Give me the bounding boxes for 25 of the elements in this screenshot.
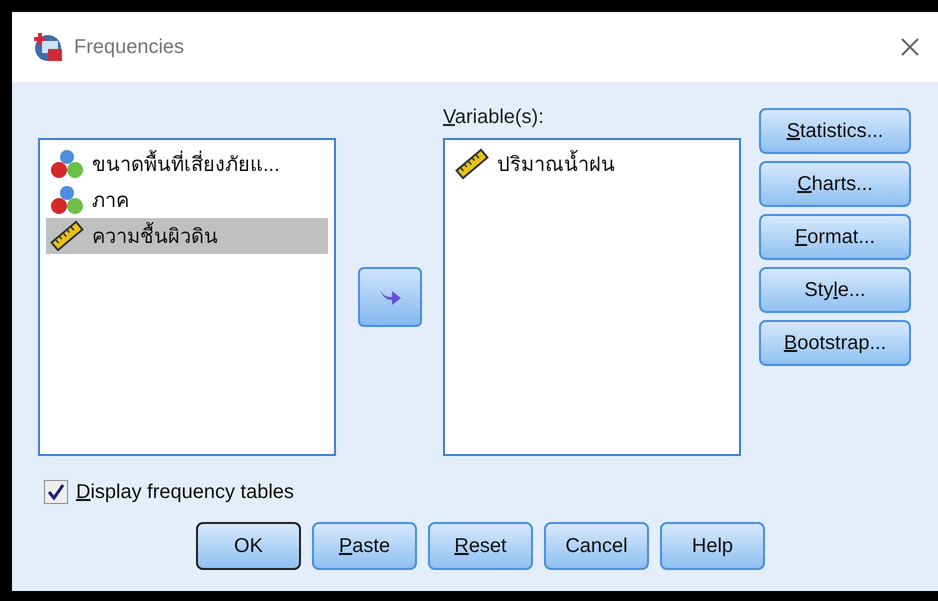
variables-list[interactable]: ปริมาณน้ำฝน [443, 138, 741, 456]
checkbox[interactable] [44, 480, 68, 504]
dialog-button[interactable]: Style... [759, 267, 911, 313]
source-variable-list[interactable]: ขนาดพื้นที่เสี่ยงภัยแ... ภาค ความชื้นผิวดิน [38, 138, 336, 456]
dialog-button[interactable]: Cancel [544, 522, 649, 570]
variable-list-item[interactable]: ขนาดพื้นที่เสี่ยงภัยแ... [46, 146, 328, 182]
dialog-button[interactable]: Charts... [759, 161, 911, 207]
variables-label: Variable(s): [443, 106, 545, 130]
nominal-variable-icon [50, 184, 84, 216]
variable-list-item[interactable]: ปริมาณน้ำฝน [451, 146, 733, 182]
dialog-button[interactable]: Statistics... [759, 108, 911, 154]
window-title: Frequencies [74, 36, 186, 58]
dialog-button[interactable]: Help [660, 522, 765, 570]
nominal-variable-icon [50, 148, 84, 180]
dialog-button[interactable]: Bootstrap... [759, 320, 911, 366]
app-icon [32, 31, 64, 63]
close-icon[interactable] [900, 37, 920, 57]
dialog-button[interactable]: Reset [428, 522, 533, 570]
variable-list-item[interactable]: ความชื้นผิวดิน [46, 218, 328, 254]
dialog-button[interactable]: Paste [312, 522, 417, 570]
variable-list-item[interactable]: ภาค [46, 182, 328, 218]
dialog-button[interactable]: OK [196, 522, 301, 570]
dialog-button[interactable]: Format... [759, 214, 911, 260]
move-right-button[interactable] [358, 267, 422, 327]
checkbox-label: Display frequency tables [76, 480, 294, 504]
